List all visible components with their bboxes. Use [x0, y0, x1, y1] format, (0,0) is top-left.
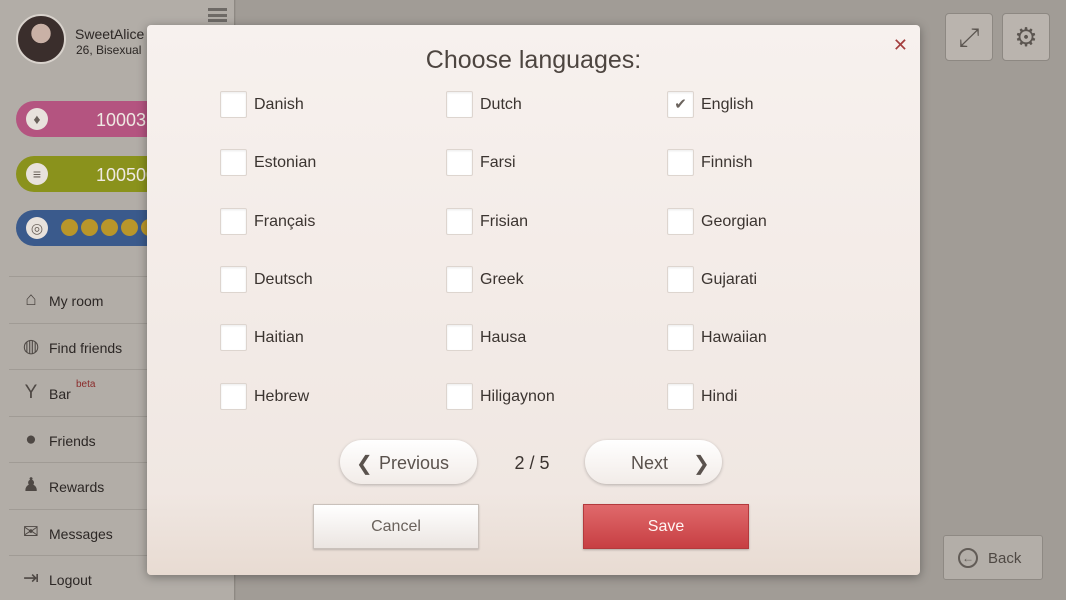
gear-icon: ⚙ — [1014, 22, 1038, 52]
language-checkbox[interactable] — [220, 91, 247, 118]
language-label: Farsi — [480, 154, 516, 172]
envelope-icon: ✉ — [23, 521, 39, 543]
language-label: Georgian — [701, 212, 767, 230]
language-label: Danish — [254, 96, 304, 113]
previous-label: Previous — [379, 453, 450, 473]
language-label: Hindi — [701, 387, 738, 405]
language-label: Hawaiian — [701, 329, 767, 347]
user-info: 26, Bisexual — [76, 43, 142, 57]
checkmark-icon: ✔ — [674, 96, 687, 113]
sidebar-item-label: Bar — [49, 386, 71, 402]
language-checkbox[interactable] — [220, 149, 247, 177]
language-checkbox[interactable] — [446, 324, 473, 352]
language-label: Gujarati — [701, 270, 758, 288]
language-checkbox[interactable] — [220, 382, 247, 410]
chevron-left-icon: ❮ — [356, 453, 373, 475]
language-checkbox[interactable] — [667, 207, 694, 235]
language-label: Hiligaynon — [480, 387, 555, 405]
language-label: Estonian — [254, 154, 317, 172]
ring-icon: ◎ — [26, 217, 48, 239]
sidebar-item-label: Rewards — [49, 479, 105, 495]
language-label: English — [701, 96, 754, 113]
sidebar-item-label: Find friends — [49, 339, 123, 356]
chevron-right-icon: ❯ — [693, 453, 710, 475]
expand-icon: ⤢ — [958, 22, 980, 52]
language-label: Français — [254, 212, 316, 230]
language-checkbox[interactable] — [446, 382, 473, 410]
save-button[interactable]: Save — [583, 504, 749, 549]
language-checkbox[interactable] — [446, 207, 473, 235]
level-dots — [61, 219, 161, 241]
fullscreen-button[interactable]: ⤢ — [945, 13, 993, 61]
page-indicator: 2 / 5 — [514, 453, 550, 473]
language-checkbox[interactable] — [667, 149, 694, 177]
language-checkbox[interactable] — [446, 91, 473, 118]
sidebar-item-label: Friends — [49, 432, 96, 449]
language-label: Frisian — [480, 212, 529, 230]
strawberry-icon: ♦ — [26, 108, 48, 130]
avatar[interactable] — [16, 14, 66, 64]
back-button[interactable]: ← Back — [943, 535, 1043, 580]
home-icon: ⌂ — [25, 289, 37, 310]
language-checkbox[interactable]: ✔ — [667, 91, 694, 118]
language-label: Dutch — [480, 96, 522, 113]
language-label: Greek — [480, 270, 524, 288]
language-label: Haitian — [254, 329, 304, 347]
strawberry-balance-value: 10003 — [96, 110, 147, 130]
next-page-button[interactable]: Next ❯ — [585, 440, 722, 484]
settings-button[interactable]: ⚙ — [1002, 13, 1050, 61]
language-checkbox[interactable] — [446, 265, 473, 293]
choose-languages-dialog: Choose languages: ✕ Danish Dutch ✔ English E… — [147, 25, 920, 575]
dialog-title: Choose languages: — [425, 46, 642, 74]
hamburger-menu-icon[interactable] — [208, 8, 227, 22]
close-icon[interactable]: ✕ — [893, 35, 908, 56]
language-label: Hebrew — [254, 387, 310, 405]
language-checkbox[interactable] — [667, 324, 694, 352]
beta-badge: beta — [76, 379, 96, 390]
language-checkbox[interactable] — [220, 207, 247, 235]
sidebar-item-label: Logout — [49, 572, 92, 588]
back-label: Back — [988, 550, 1022, 567]
language-checkbox[interactable] — [667, 382, 694, 410]
language-checkbox[interactable] — [667, 265, 694, 293]
previous-page-button[interactable]: ❮ Previous — [340, 440, 477, 484]
sidebar-item-label: Messages — [49, 525, 113, 542]
cancel-button[interactable]: Cancel — [313, 504, 479, 549]
language-checkbox[interactable] — [446, 149, 473, 177]
globe-icon: ◍ — [22, 335, 40, 357]
username: SweetAlice — [75, 26, 145, 42]
next-label: Next — [631, 453, 669, 473]
language-checkbox[interactable] — [220, 324, 247, 352]
sidebar-item-label: My room — [49, 293, 104, 309]
language-label: Hausa — [480, 329, 527, 347]
language-checkbox[interactable] — [220, 265, 247, 293]
language-label: Deutsch — [254, 270, 313, 288]
cocktail-icon: Y — [24, 382, 38, 403]
language-label: Finnish — [701, 154, 753, 172]
reward-icon: ♟ — [22, 475, 40, 496]
person-icon: ● — [25, 428, 37, 450]
back-arrow-icon: ← — [958, 548, 978, 568]
coins-icon: ≡ — [26, 163, 48, 185]
logout-icon: ⇥ — [23, 568, 39, 589]
